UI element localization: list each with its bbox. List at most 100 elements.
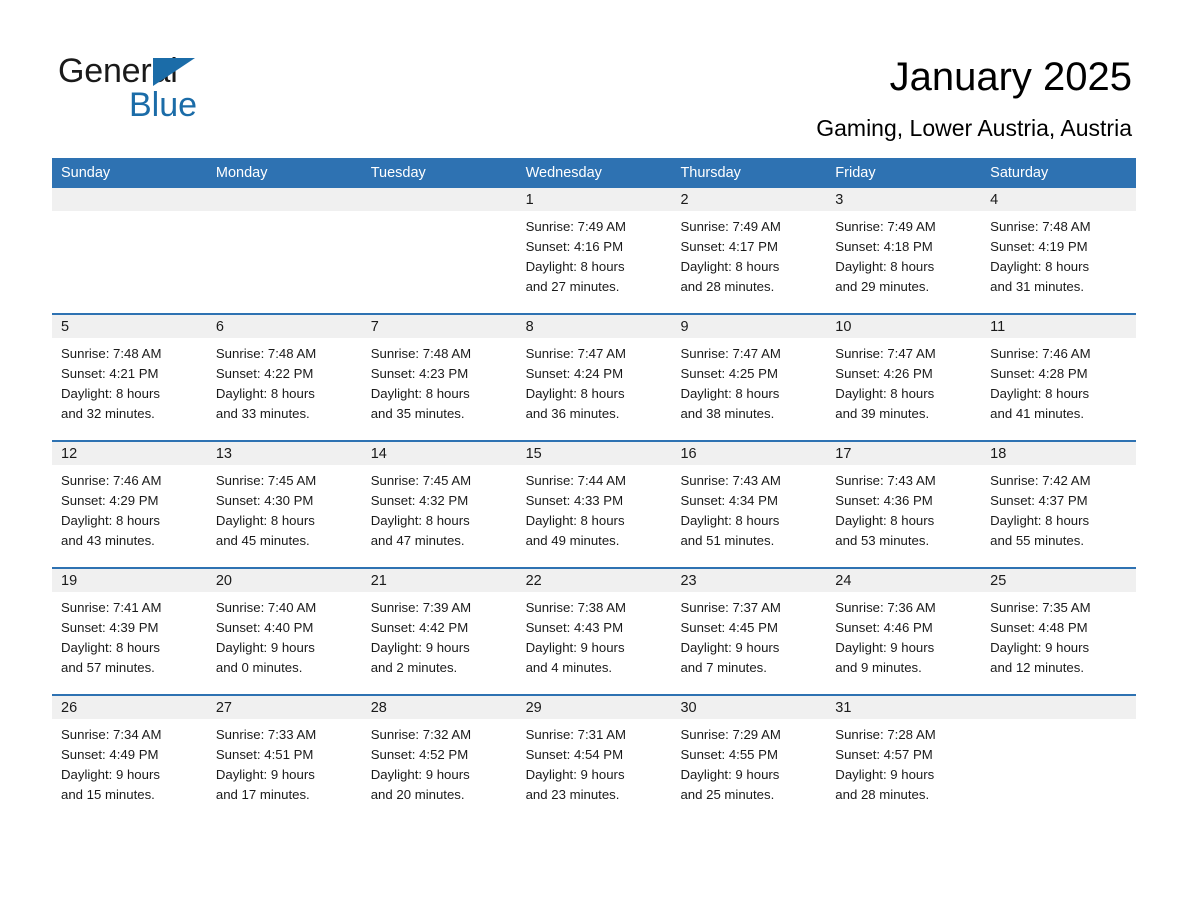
calendar-week-row: 19 Sunrise: 7:41 AM Sunset: 4:39 PM Dayligh… (52, 567, 1137, 688)
day-number: 22 (516, 569, 672, 592)
daylight-text: Daylight: 9 hours (215, 767, 315, 782)
calendar-day-cell[interactable]: 28 Sunrise: 7:32 AM Sunset: 4:52 PM Dayligh… (361, 696, 517, 815)
calendar-day-cell[interactable]: 27 Sunrise: 7:33 AM Sunset: 4:51 PM Dayligh… (206, 696, 362, 815)
sunrise-text: Sunrise: 7:45 AM (370, 473, 472, 488)
calendar-day-cell[interactable]: 7 Sunrise: 7:48 AM Sunset: 4:23 PM Daylight… (361, 315, 517, 434)
daylight-text: and 57 minutes. (61, 660, 155, 675)
day-number: 18 (981, 442, 1137, 465)
calendar-day-cell[interactable]: 25 Sunrise: 7:35 AM Sunset: 4:48 PM Dayligh… (981, 569, 1137, 688)
calendar-day-cell[interactable]: 11 Sunrise: 7:46 AM Sunset: 4:28 PM Dayligh… (981, 315, 1137, 434)
day-number (361, 188, 517, 211)
sunset-text: Sunset: 4:29 PM (61, 493, 159, 508)
calendar-day-cell[interactable]: 20 Sunrise: 7:40 AM Sunset: 4:40 PM Dayligh… (206, 569, 362, 688)
daylight-text: and 7 minutes. (680, 660, 767, 675)
day-details (981, 719, 1136, 811)
day-details: Sunrise: 7:45 AM Sunset: 4:30 PM Daylight:… (207, 465, 362, 561)
sunset-text: Sunset: 4:54 PM (525, 747, 624, 762)
calendar-day-cell[interactable]: 3 Sunrise: 7:49 AM Sunset: 4:18 PM Daylight… (826, 188, 982, 307)
triangle-icon (153, 58, 195, 86)
daylight-text: Daylight: 8 hours (215, 513, 315, 528)
weekday-header-saturday: Saturday (990, 165, 1049, 181)
day-number: 7 (361, 315, 517, 338)
day-number: 31 (826, 696, 982, 719)
sunrise-text: Sunrise: 7:41 AM (61, 600, 162, 615)
daylight-text: and 39 minutes. (835, 406, 930, 421)
brand-logo[interactable]: General Blue (58, 52, 318, 132)
sunrise-text: Sunrise: 7:49 AM (680, 219, 781, 234)
calendar-day-cell[interactable]: 15 Sunrise: 7:44 AM Sunset: 4:33 PM Dayligh… (516, 442, 672, 561)
sunrise-text: Sunrise: 7:42 AM (990, 473, 1091, 488)
day-details: Sunrise: 7:49 AM Sunset: 4:17 PM Daylight:… (671, 211, 826, 307)
calendar-day-cell[interactable]: 22 Sunrise: 7:38 AM Sunset: 4:43 PM Dayligh… (516, 569, 672, 688)
daylight-text: Daylight: 8 hours (525, 386, 625, 401)
calendar-day-cell[interactable]: 9 Sunrise: 7:47 AM Sunset: 4:25 PM Daylight… (671, 315, 827, 434)
sunset-text: Sunset: 4:39 PM (61, 620, 159, 635)
day-number: 21 (361, 569, 517, 592)
sunset-text: Sunset: 4:22 PM (215, 366, 314, 381)
calendar-day-cell[interactable]: 21 Sunrise: 7:39 AM Sunset: 4:42 PM Dayligh… (361, 569, 517, 688)
day-details: Sunrise: 7:49 AM Sunset: 4:16 PM Daylight:… (517, 211, 672, 307)
day-details: Sunrise: 7:36 AM Sunset: 4:46 PM Daylight:… (826, 592, 981, 688)
calendar-day-cell[interactable]: 17 Sunrise: 7:43 AM Sunset: 4:36 PM Dayligh… (826, 442, 982, 561)
calendar-day-cell[interactable]: 18 Sunrise: 7:42 AM Sunset: 4:37 PM Dayligh… (981, 442, 1137, 561)
calendar-day-cell[interactable]: 4 Sunrise: 7:48 AM Sunset: 4:19 PM Daylight… (981, 188, 1137, 307)
daylight-text: Daylight: 9 hours (990, 640, 1090, 655)
daylight-text: and 36 minutes. (525, 406, 620, 421)
calendar-day-cell[interactable]: 6 Sunrise: 7:48 AM Sunset: 4:22 PM Daylight… (206, 315, 362, 434)
day-number: 20 (206, 569, 362, 592)
daylight-text: Daylight: 9 hours (680, 640, 780, 655)
calendar-day-cell[interactable]: 14 Sunrise: 7:45 AM Sunset: 4:32 PM Dayligh… (361, 442, 517, 561)
calendar-day-cell[interactable]: 23 Sunrise: 7:37 AM Sunset: 4:45 PM Dayligh… (671, 569, 827, 688)
daylight-text: Daylight: 9 hours (525, 640, 625, 655)
calendar-day-cell[interactable]: 16 Sunrise: 7:43 AM Sunset: 4:34 PM Dayligh… (671, 442, 827, 561)
sunset-text: Sunset: 4:43 PM (525, 620, 624, 635)
daylight-text: Daylight: 8 hours (61, 640, 160, 655)
calendar-day-cell[interactable]: 12 Sunrise: 7:46 AM Sunset: 4:29 PM Dayligh… (52, 442, 207, 561)
daylight-text: and 38 minutes. (680, 406, 775, 421)
weekday-header-tuesday: Tuesday (370, 165, 426, 181)
sunrise-text: Sunrise: 7:47 AM (525, 346, 627, 361)
daylight-text: and 28 minutes. (835, 787, 930, 802)
calendar-day-cell[interactable]: 5 Sunrise: 7:48 AM Sunset: 4:21 PM Daylight… (52, 315, 207, 434)
day-details: Sunrise: 7:49 AM Sunset: 4:18 PM Daylight:… (826, 211, 981, 307)
sunset-text: Sunset: 4:33 PM (525, 493, 624, 508)
day-details: Sunrise: 7:28 AM Sunset: 4:57 PM Daylight:… (826, 719, 981, 815)
calendar-day-cell[interactable]: 30 Sunrise: 7:29 AM Sunset: 4:55 PM Dayligh… (671, 696, 827, 815)
sunset-text: Sunset: 4:30 PM (215, 493, 314, 508)
page-subtitle: Gaming, Lower Austria, Austria (816, 115, 1132, 141)
weekday-header-row: Sunday Monday Tuesday Wednesday Thursday Frid… (52, 158, 1136, 188)
sunrise-text: Sunrise: 7:36 AM (835, 600, 936, 615)
sunrise-text: Sunrise: 7:49 AM (835, 219, 936, 234)
day-details: Sunrise: 7:42 AM Sunset: 4:37 PM Daylight:… (981, 465, 1136, 561)
sunrise-text: Sunrise: 7:32 AM (370, 727, 472, 742)
calendar-day-cell[interactable]: 8 Sunrise: 7:47 AM Sunset: 4:24 PM Daylight… (516, 315, 672, 434)
calendar-day-cell[interactable]: 31 Sunrise: 7:28 AM Sunset: 4:57 PM Dayligh… (826, 696, 982, 815)
calendar-day-cell-empty (981, 696, 1137, 815)
calendar-day-cell[interactable]: 2 Sunrise: 7:49 AM Sunset: 4:17 PM Daylight… (671, 188, 827, 307)
day-number: 5 (52, 315, 207, 338)
daylight-text: Daylight: 8 hours (680, 259, 780, 274)
day-details (52, 211, 207, 303)
daylight-text: and 53 minutes. (835, 533, 930, 548)
day-number: 10 (826, 315, 982, 338)
calendar-day-cell[interactable]: 10 Sunrise: 7:47 AM Sunset: 4:26 PM Dayligh… (826, 315, 982, 434)
daylight-text: Daylight: 9 hours (835, 640, 935, 655)
sunrise-text: Sunrise: 7:38 AM (525, 600, 627, 615)
sunset-text: Sunset: 4:34 PM (680, 493, 778, 508)
weekday-header-sunday: Sunday (61, 165, 111, 181)
daylight-text: and 41 minutes. (990, 406, 1084, 421)
calendar-day-cell[interactable]: 19 Sunrise: 7:41 AM Sunset: 4:39 PM Dayligh… (52, 569, 207, 688)
calendar-day-cell[interactable]: 13 Sunrise: 7:45 AM Sunset: 4:30 PM Dayligh… (206, 442, 362, 561)
day-number: 12 (52, 442, 207, 465)
weekday-header-thursday: Thursday (680, 165, 741, 181)
sunrise-text: Sunrise: 7:29 AM (680, 727, 781, 742)
calendar-day-cell[interactable]: 1 Sunrise: 7:49 AM Sunset: 4:16 PM Daylight… (516, 188, 672, 307)
calendar-day-cell[interactable]: 26 Sunrise: 7:34 AM Sunset: 4:49 PM Dayligh… (52, 696, 207, 815)
daylight-text: Daylight: 8 hours (990, 386, 1090, 401)
day-number: 3 (826, 188, 982, 211)
calendar-day-cell[interactable]: 24 Sunrise: 7:36 AM Sunset: 4:46 PM Dayligh… (826, 569, 982, 688)
sunrise-text: Sunrise: 7:47 AM (680, 346, 781, 361)
sunset-text: Sunset: 4:16 PM (525, 239, 624, 254)
calendar-day-cell[interactable]: 29 Sunrise: 7:31 AM Sunset: 4:54 PM Dayligh… (516, 696, 672, 815)
daylight-text: and 35 minutes. (370, 406, 465, 421)
